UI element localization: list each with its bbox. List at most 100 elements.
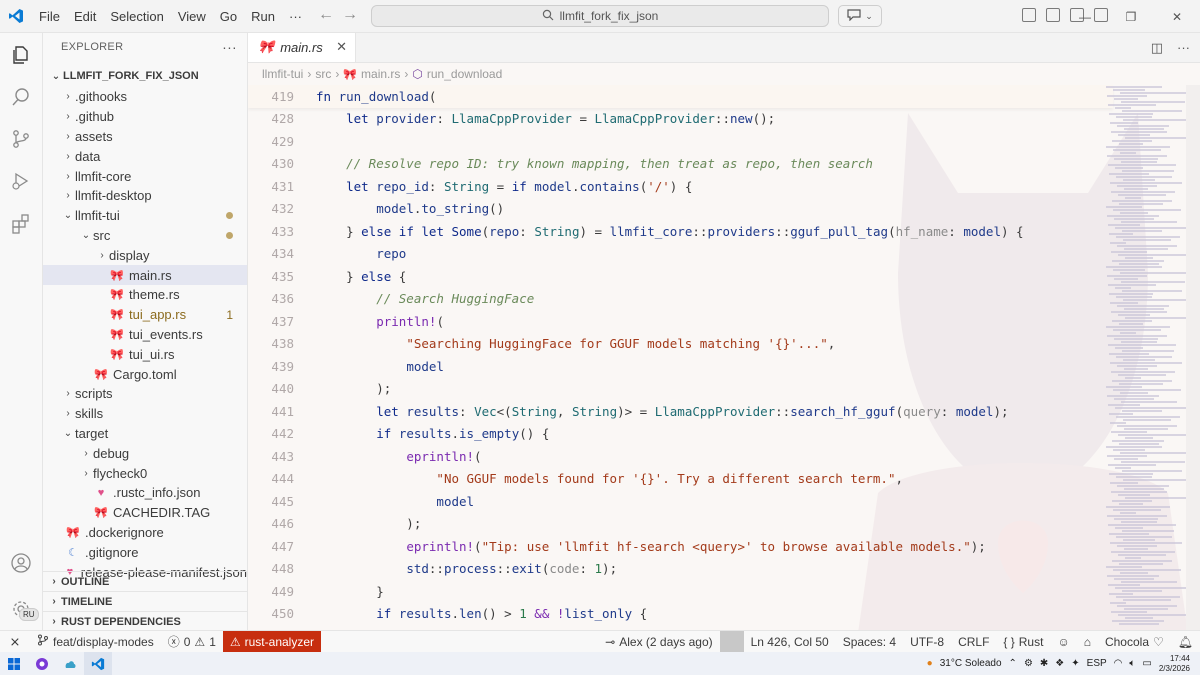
tree-item[interactable]: › scripts [43,384,247,404]
back-arrow-icon[interactable]: ← [318,6,334,24]
outline-section[interactable]: › OUTLINE [43,571,247,591]
code-line[interactable]: 449 } [248,580,1113,603]
tray-icon[interactable]: ❖ [1055,658,1064,669]
more-actions-icon[interactable]: ··· [222,39,237,55]
tree-item[interactable]: › display [43,245,247,265]
tree-item[interactable]: ♥ .rustc_info.json [43,483,247,503]
browser-icon[interactable] [28,652,56,675]
code-line[interactable]: 438 "Searching HuggingFace for GGUF mode… [248,333,1113,356]
tray-icon[interactable]: ✱ [1040,658,1048,669]
volume-icon[interactable]: 🔈︎ [1129,658,1135,669]
code-line[interactable]: 442 if results.is_empty() { [248,423,1113,446]
cat-status[interactable]: ⌂ [1077,631,1098,653]
code-line[interactable]: 441 let results: Vec<(String, String)> =… [248,400,1113,423]
tree-item[interactable]: 🎀 theme.rs [43,285,247,305]
cursor-position[interactable]: Ln 426, Col 50 [744,631,836,653]
toggle-primary-sidebar-icon[interactable] [1046,8,1060,22]
close-window-icon[interactable]: ✕ [1154,0,1200,33]
tree-item[interactable]: › llmfit-desktop [43,186,247,206]
breadcrumb-item[interactable]: src [315,67,331,81]
language-mode[interactable]: { } Rust [996,631,1050,653]
code-line[interactable]: 448 std::process::exit(code: 1); [248,558,1113,581]
copilot-status[interactable]: ☺ [1050,631,1076,653]
accounts-icon[interactable] [9,551,33,575]
tree-item[interactable]: › data [43,146,247,166]
split-editor-icon[interactable]: ◫ [1151,40,1163,56]
rust-analyzer-status[interactable]: ⚠ rust-analyzer [222,630,321,653]
code-line[interactable]: 428 let provider: LlamaCppProvider = Lla… [248,108,1113,131]
layout-customize-icon[interactable] [1022,8,1036,22]
code-line[interactable]: 450 if results.len() > 1 && !list_only { [248,603,1113,626]
clock[interactable]: 17:44 2/3/2026 [1159,654,1190,674]
code-line[interactable]: 431 let repo_id: String = if model.conta… [248,175,1113,198]
code-line[interactable]: 434 repo [248,243,1113,266]
sticky-scroll-line[interactable]: 419 fn run_download( [248,85,1113,108]
wifi-icon[interactable]: ◠ [1114,658,1123,669]
code-line[interactable]: 447 eprintln!("Tip: use 'llmfit hf-searc… [248,535,1113,558]
menu-go[interactable]: Go [213,0,244,33]
explorer-icon[interactable] [9,43,33,67]
breadcrumb-item[interactable]: llmfit-tui [262,67,303,81]
tree-item[interactable]: › .githooks [43,87,247,107]
end-of-line[interactable]: CRLF [951,631,996,653]
tree-item[interactable]: › llmfit-core [43,166,247,186]
windows-start-icon[interactable] [0,652,28,675]
code-line[interactable]: 432 model.to_string() [248,198,1113,221]
tree-item[interactable]: ☾ .gitignore [43,542,247,562]
tree-item[interactable]: ⌄ target [43,424,247,444]
menu-view[interactable]: View [171,0,213,33]
menu-selection[interactable]: Selection [103,0,170,33]
code-line[interactable]: 433 } else if let Some(repo: String) = l… [248,220,1113,243]
tree-item[interactable]: › flycheck0 [43,463,247,483]
code-line[interactable]: 446 ); [248,513,1113,536]
breadcrumb-item[interactable]: main.rs [361,67,400,81]
tab-main-rs[interactable]: 🎀 main.rs ✕ [248,33,356,62]
command-center-search[interactable]: llmfit_fork_fix_json [371,5,829,27]
workspace-root[interactable]: ⌄ LLMFIT_FORK_FIX_JSON [43,65,247,87]
vertical-scrollbar[interactable] [1186,85,1200,630]
more-actions-icon[interactable]: ··· [1177,40,1190,56]
tree-item[interactable]: › skills [43,404,247,424]
breadcrumb-item[interactable]: run_download [427,67,502,81]
rust-dependencies-section[interactable]: › RUST DEPENDENCIES [43,611,247,630]
source-control-icon[interactable] [9,127,33,151]
menu-file[interactable]: File [32,0,67,33]
run-debug-icon[interactable] [9,169,33,193]
code-line[interactable]: 439 model [248,355,1113,378]
forward-arrow-icon[interactable]: → [342,6,358,24]
tree-item[interactable]: › debug [43,443,247,463]
menu-more[interactable]: ··· [282,0,309,33]
tree-item[interactable]: ⌄ src [43,226,247,246]
tree-item[interactable]: 🎀 .dockerignore [43,523,247,543]
tray-icon[interactable]: ⚙ [1024,658,1033,669]
tree-item[interactable]: 🎀 CACHEDIR.TAG [43,503,247,523]
code-view[interactable]: 419 fn run_download(428 let provider: Lla… [248,85,1113,630]
code-line[interactable]: 444 "No GGUF models found for '{}'. Try … [248,468,1113,491]
extensions-icon[interactable] [9,211,33,235]
branch-indicator[interactable]: feat/display-modes [30,631,161,653]
code-line[interactable]: 436 // Search HuggingFace [248,288,1113,311]
remote-indicator[interactable]: ⨯ [0,631,30,653]
code-line[interactable]: 437 println!( [248,310,1113,333]
tree-item[interactable]: 🎀 tui_ui.rs [43,344,247,364]
code-line[interactable]: 445 model [248,490,1113,513]
tray-icon[interactable]: ✦ [1071,658,1079,669]
tree-item[interactable]: ⌄ llmfit-tui [43,206,247,226]
cloud-app-icon[interactable] [56,652,84,675]
close-tab-icon[interactable]: ✕ [336,39,347,55]
vscode-taskbar-icon[interactable] [84,652,112,675]
language-indicator[interactable]: ESP [1087,658,1107,669]
theme-status[interactable]: Chocola ♡ [1098,631,1171,653]
chat-button[interactable]: ⌄ [838,5,882,27]
minimize-icon[interactable]: — [1062,0,1108,33]
tree-item[interactable]: 🎀 tui_app.rs 1 [43,305,247,325]
code-line[interactable]: 430 // Resolve repo ID: try known mappin… [248,153,1113,176]
menu-run[interactable]: Run [244,0,282,33]
notifications[interactable]: 🔔︎ [1171,631,1200,653]
code-line[interactable]: 435 } else { [248,265,1113,288]
weather-text[interactable]: 31°C Soleado [940,658,1002,669]
code-line[interactable]: 443 eprintln!( [248,445,1113,468]
tree-item[interactable]: › assets [43,127,247,147]
chevron-up-icon[interactable]: ⌃ [1009,658,1017,669]
timeline-section[interactable]: › TIMELINE [43,591,247,611]
